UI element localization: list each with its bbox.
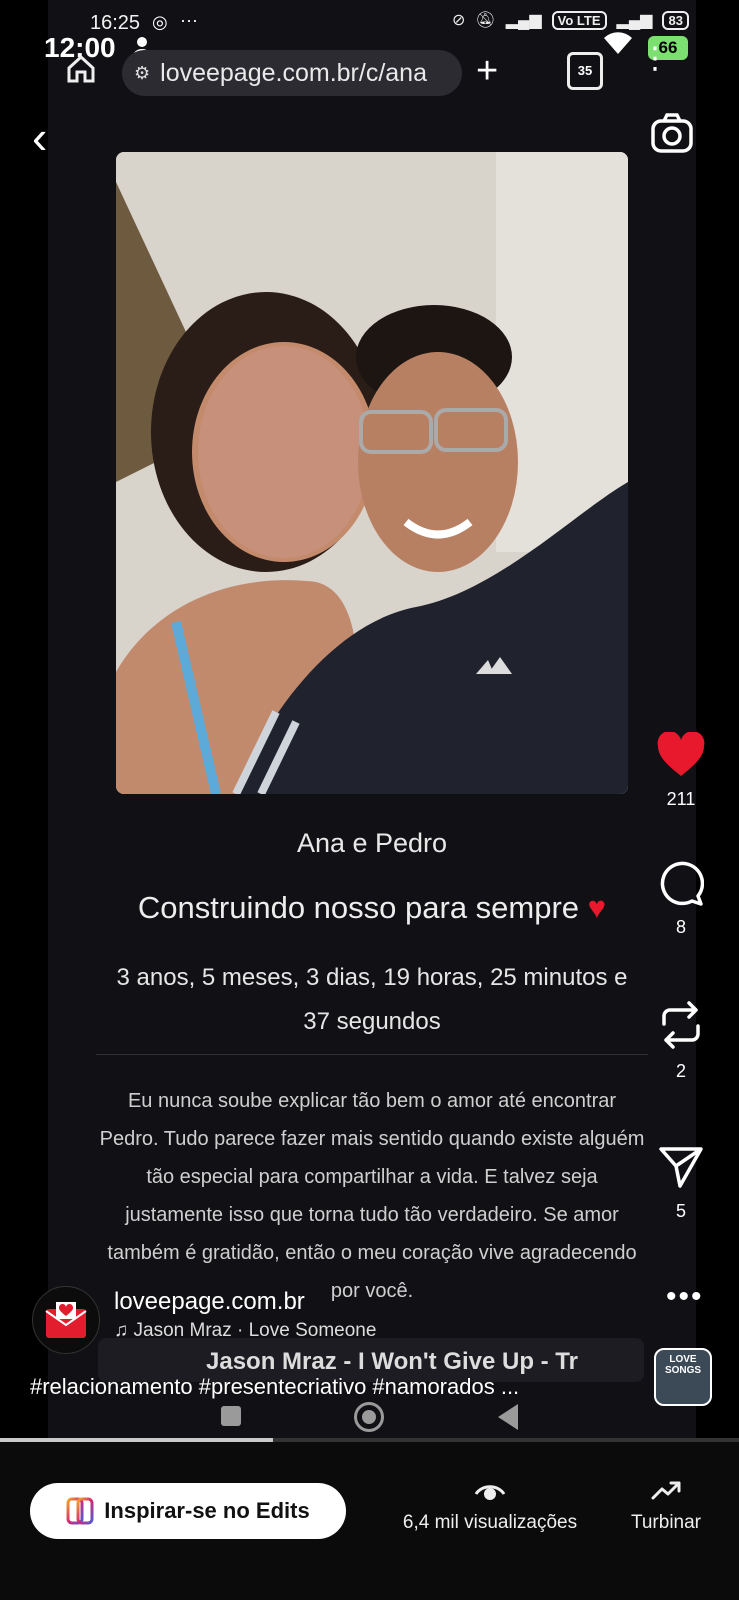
send-icon	[659, 1147, 703, 1188]
music-note-icon: ♫	[114, 1320, 129, 1341]
love-message: Eu nunca soube explicar tão bem o amor a…	[99, 1090, 645, 1302]
views-eye-icon	[474, 1485, 506, 1500]
like-action[interactable]: 211	[651, 731, 711, 810]
mute-icon: 🔕︎	[475, 12, 496, 29]
more-options-icon[interactable]: •••	[666, 1280, 704, 1314]
page-title-text: Construindo nosso para sempre	[137, 890, 580, 925]
signal-icon: ▂▄▆	[505, 12, 542, 29]
more-notifications-icon: ···	[180, 10, 198, 30]
repost-action[interactable]: 2	[651, 1000, 711, 1082]
boost-label: Turbinar	[630, 1512, 702, 1533]
divider	[96, 1054, 648, 1055]
edits-button-label: Inspirar-se no Edits	[104, 1498, 310, 1523]
couple-names: Ana e Pedro	[296, 828, 448, 858]
like-count: 211	[666, 789, 696, 809]
inner-battery: 83	[662, 10, 689, 30]
back-triangle-icon	[498, 1404, 518, 1430]
audio-info[interactable]: ♫ Jason Mraz · Love Someone	[114, 1320, 376, 1342]
url-text: loveepage.com.br/c/ana	[160, 58, 427, 87]
audio-album-thumbnail[interactable]: LOVE SONGS	[654, 1348, 712, 1406]
recent-apps-icon	[221, 1406, 241, 1426]
repost-count: 2	[675, 1061, 686, 1081]
creator-username[interactable]: loveepage.com.br	[114, 1288, 305, 1316]
url-bar[interactable]: ⚙ loveepage.com.br/c/ana	[122, 50, 462, 96]
edits-button[interactable]: Inspirar-se no Edits	[30, 1483, 346, 1539]
share-count: 5	[675, 1201, 686, 1221]
site-settings-icon[interactable]: ⚙	[134, 63, 150, 84]
back-chevron-icon[interactable]: ‹	[32, 114, 47, 160]
album-thumb-text: LOVE SONGS	[664, 1354, 702, 1376]
whatsapp-icon: ◎	[152, 12, 168, 32]
home-icon[interactable]	[66, 54, 96, 89]
creator-avatar[interactable]	[32, 1286, 100, 1354]
wifi-icon	[603, 32, 633, 63]
views-stat[interactable]: 6,4 mil visualizações	[392, 1478, 588, 1534]
relationship-counter: 3 anos, 5 meses, 3 dias, 19 horas, 25 mi…	[116, 964, 628, 1035]
boost-button[interactable]: Turbinar	[618, 1478, 714, 1534]
page-title: Construindo nosso para sempre ♥	[100, 890, 644, 926]
comment-action[interactable]: 8	[651, 860, 711, 938]
home-circle-icon	[354, 1402, 384, 1432]
views-label: 6,4 mil visualizações	[402, 1512, 578, 1533]
red-heart-emoji-icon: ♥	[587, 890, 607, 925]
couple-photo	[116, 152, 628, 794]
love-letter-logo-icon	[45, 1302, 87, 1338]
repost-icon	[662, 1001, 700, 1049]
trending-up-icon	[651, 1481, 681, 1500]
audio-label: Jason Mraz · Love Someone	[133, 1320, 377, 1341]
comment-icon	[660, 861, 705, 906]
camera-icon[interactable]	[650, 112, 694, 156]
browser-menu-icon[interactable]: ⋮	[640, 44, 670, 74]
share-action[interactable]: 5	[651, 1144, 711, 1222]
link-icon: ⊘	[452, 12, 466, 29]
caption-hashtags[interactable]: #relacionamento #presentecriativo #namor…	[30, 1374, 519, 1400]
comment-count: 8	[675, 917, 686, 937]
tabs-count-button[interactable]: 35	[567, 52, 603, 90]
new-tab-plus-icon[interactable]: +	[476, 50, 498, 93]
inner-status-icons: ⊘ 🔕︎ ▂▄▆ Vo LTE ▂▄▆ 83	[452, 10, 689, 30]
heart-icon	[657, 731, 705, 776]
edits-logo-icon	[66, 1497, 94, 1525]
signal-icon-2: ▂▄▆	[616, 12, 653, 29]
volte-badge: Vo LTE	[551, 10, 607, 30]
